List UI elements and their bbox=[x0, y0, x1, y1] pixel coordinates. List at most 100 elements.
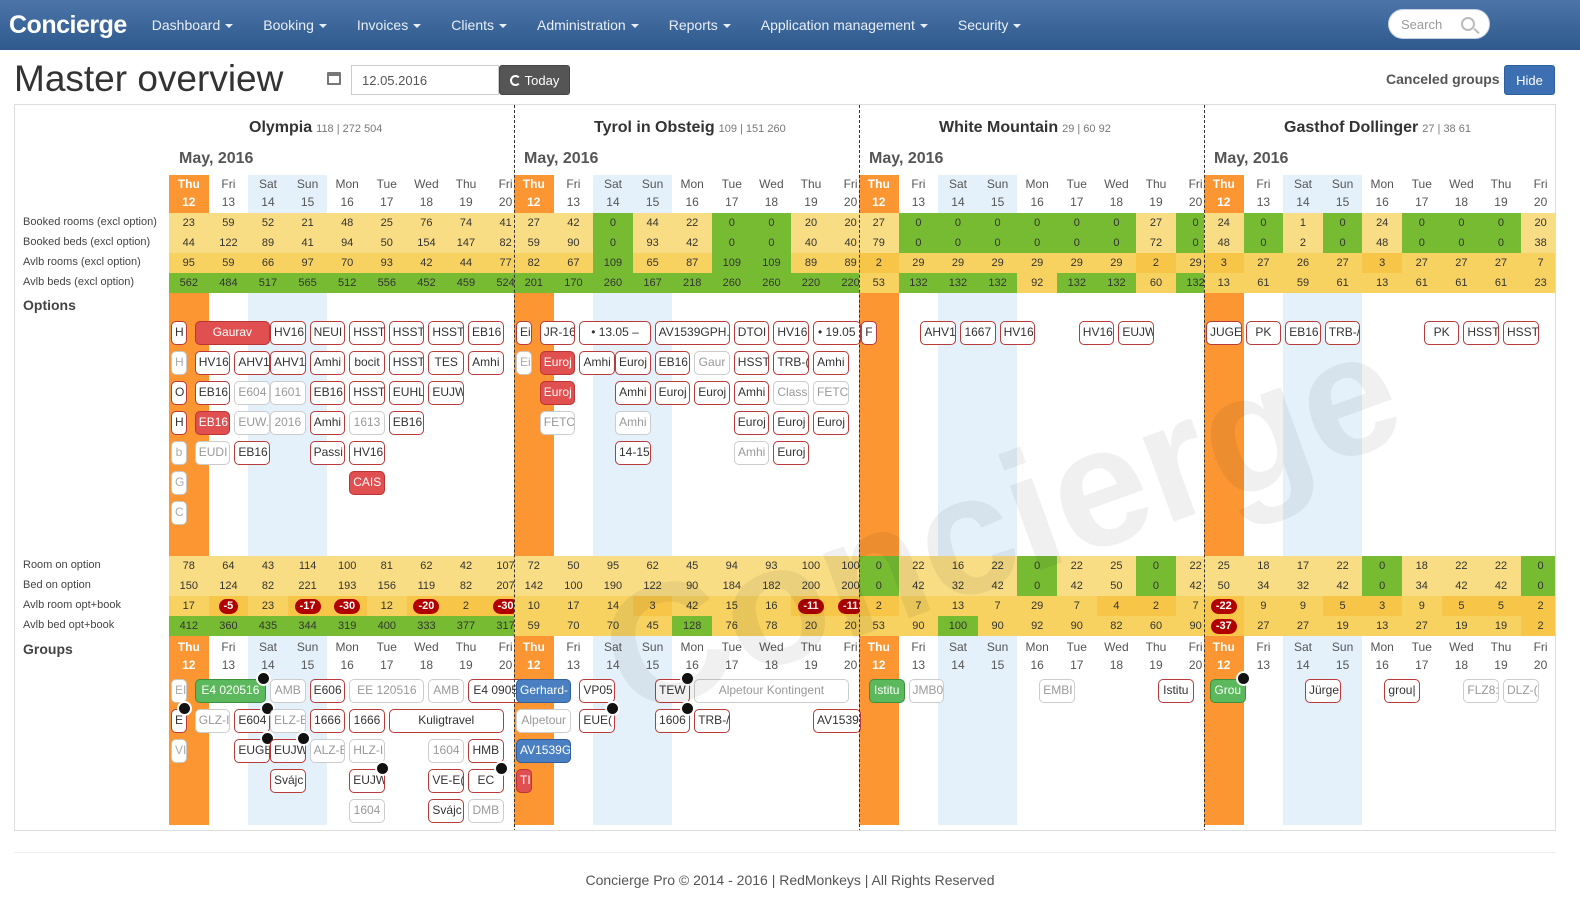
option-chip[interactable]: PK bbox=[1245, 321, 1282, 345]
day-header[interactable]: Thu 12 bbox=[859, 175, 899, 211]
nav-item-security[interactable]: Security bbox=[943, 17, 1037, 33]
option-chip[interactable]: Class bbox=[773, 381, 810, 405]
option-chip[interactable]: Euroj bbox=[773, 411, 810, 435]
option-chip[interactable]: Euroj bbox=[654, 381, 691, 405]
option-chip[interactable]: HSST bbox=[733, 351, 770, 375]
day-header[interactable]: Fri 13 bbox=[1244, 175, 1284, 211]
day-header[interactable]: Fri 13 bbox=[209, 638, 249, 674]
option-chip[interactable]: EUHL bbox=[388, 381, 425, 405]
option-chip[interactable]: • 13.05 – bbox=[579, 321, 651, 345]
group-chip[interactable]: TRB-/ bbox=[694, 709, 730, 733]
day-header[interactable]: Thu 12 bbox=[1204, 638, 1244, 674]
hide-button[interactable]: Hide bbox=[1504, 65, 1555, 95]
option-chip[interactable]: HSST bbox=[349, 381, 385, 405]
option-chip[interactable]: HSST bbox=[428, 321, 465, 345]
day-header[interactable]: Thu 19 bbox=[446, 175, 486, 211]
group-chip[interactable]: AV1539G bbox=[516, 739, 572, 763]
option-chip[interactable]: EB16 bbox=[468, 321, 504, 345]
day-header[interactable]: Mon 16 bbox=[1017, 638, 1057, 674]
search-box[interactable]: Search bbox=[1388, 9, 1490, 39]
option-chip[interactable]: Gaurav bbox=[194, 321, 270, 345]
day-header[interactable]: Wed 18 bbox=[1097, 175, 1137, 211]
option-chip[interactable]: EB16 bbox=[194, 381, 231, 405]
option-chip[interactable]: H bbox=[171, 321, 187, 345]
group-chip[interactable]: AMB bbox=[428, 679, 465, 703]
group-chip[interactable]: E606 bbox=[309, 679, 346, 703]
option-chip[interactable]: C bbox=[171, 501, 187, 525]
day-header[interactable]: Sun 15 bbox=[978, 638, 1018, 674]
option-chip[interactable]: HV16 bbox=[999, 321, 1036, 345]
day-header[interactable]: Sun 15 bbox=[1323, 638, 1363, 674]
day-header[interactable]: Sat 14 bbox=[248, 638, 288, 674]
group-chip[interactable]: Svájc bbox=[270, 769, 306, 793]
day-header[interactable]: Sat 14 bbox=[1283, 175, 1323, 211]
day-header[interactable]: Tue 17 bbox=[712, 638, 752, 674]
option-chip[interactable]: Amhi bbox=[468, 351, 504, 375]
group-chip[interactable]: HLZ-I bbox=[349, 739, 385, 763]
nav-item-reports[interactable]: Reports bbox=[654, 17, 746, 33]
group-chip[interactable]: GLZ-I bbox=[194, 709, 231, 733]
option-chip[interactable]: F bbox=[861, 321, 877, 345]
option-chip[interactable]: EUJW bbox=[428, 381, 465, 405]
day-header[interactable]: Wed 18 bbox=[752, 638, 792, 674]
nav-item-booking[interactable]: Booking bbox=[248, 17, 342, 33]
day-header[interactable]: Sun 15 bbox=[633, 175, 673, 211]
day-header[interactable]: Sun 15 bbox=[288, 638, 328, 674]
option-chip[interactable]: TRB-/ bbox=[1324, 321, 1361, 345]
group-chip[interactable]: 1666 bbox=[349, 709, 385, 733]
option-chip[interactable]: H bbox=[171, 411, 187, 435]
day-header[interactable]: Fri 13 bbox=[554, 175, 594, 211]
option-chip[interactable]: AHV1 bbox=[270, 351, 306, 375]
option-chip[interactable]: • 19.05 bbox=[813, 321, 861, 345]
option-chip[interactable]: HSST bbox=[1463, 321, 1500, 345]
option-chip[interactable]: EUDI bbox=[194, 441, 231, 465]
option-chip[interactable]: Amhi bbox=[813, 351, 849, 375]
option-chip[interactable]: 2016 bbox=[270, 411, 306, 435]
option-chip[interactable]: 14-15 bbox=[615, 441, 651, 465]
day-header[interactable]: Wed 18 bbox=[407, 175, 447, 211]
day-header[interactable]: Mon 16 bbox=[672, 638, 712, 674]
option-chip[interactable]: Euroj bbox=[615, 351, 651, 375]
option-chip[interactable]: Euroj bbox=[694, 381, 730, 405]
option-chip[interactable]: Euroj bbox=[539, 381, 576, 405]
day-header[interactable]: Sun 15 bbox=[978, 175, 1018, 211]
option-chip[interactable]: HV16 bbox=[194, 351, 231, 375]
nav-item-clients[interactable]: Clients bbox=[436, 17, 522, 33]
option-chip[interactable]: Amhi bbox=[615, 411, 651, 435]
group-chip[interactable]: 1604 bbox=[428, 739, 465, 763]
day-header[interactable]: Sun 15 bbox=[288, 175, 328, 211]
day-header[interactable]: Tue 17 bbox=[712, 175, 752, 211]
option-chip[interactable]: JR-16 bbox=[539, 321, 576, 345]
day-header[interactable]: Tue 17 bbox=[1057, 638, 1097, 674]
day-header[interactable]: Mon 16 bbox=[1017, 175, 1057, 211]
day-header[interactable]: Thu 19 bbox=[1481, 638, 1521, 674]
day-header[interactable]: Sat 14 bbox=[593, 175, 633, 211]
group-chip[interactable]: Jürge bbox=[1305, 679, 1341, 703]
group-chip[interactable]: JMB0 bbox=[908, 679, 945, 703]
group-chip[interactable]: Gerhard- bbox=[516, 679, 572, 703]
nav-item-application-management[interactable]: Application management bbox=[746, 17, 943, 33]
option-chip[interactable]: FETC bbox=[539, 411, 576, 435]
option-chip[interactable]: HSST bbox=[388, 351, 425, 375]
group-chip[interactable]: DMB bbox=[468, 799, 504, 823]
nav-item-dashboard[interactable]: Dashboard bbox=[137, 17, 249, 33]
day-header[interactable]: Sat 14 bbox=[938, 175, 978, 211]
option-chip[interactable]: HSST bbox=[1503, 321, 1539, 345]
option-chip[interactable]: 1613 bbox=[349, 411, 385, 435]
day-header[interactable]: Sat 14 bbox=[248, 175, 288, 211]
group-chip[interactable]: EE 120516 bbox=[349, 679, 425, 703]
day-header[interactable]: Wed 18 bbox=[752, 175, 792, 211]
option-chip[interactable]: AV1539GPH. bbox=[654, 321, 730, 345]
day-header[interactable]: Fri 13 bbox=[899, 175, 939, 211]
day-header[interactable]: Thu 19 bbox=[791, 638, 831, 674]
option-chip[interactable]: Gaur bbox=[694, 351, 730, 375]
day-header[interactable]: Thu 19 bbox=[446, 638, 486, 674]
option-chip[interactable]: Amhi bbox=[615, 381, 651, 405]
option-chip[interactable]: AHV1 bbox=[234, 351, 270, 375]
option-chip[interactable]: HV16 bbox=[349, 441, 385, 465]
option-chip[interactable]: FETC bbox=[813, 381, 849, 405]
day-header[interactable]: Mon 16 bbox=[1362, 638, 1402, 674]
group-chip[interactable]: Kuligtravel bbox=[388, 709, 504, 733]
search-input[interactable]: Search bbox=[1401, 17, 1442, 32]
option-chip[interactable]: EB16 bbox=[309, 381, 346, 405]
